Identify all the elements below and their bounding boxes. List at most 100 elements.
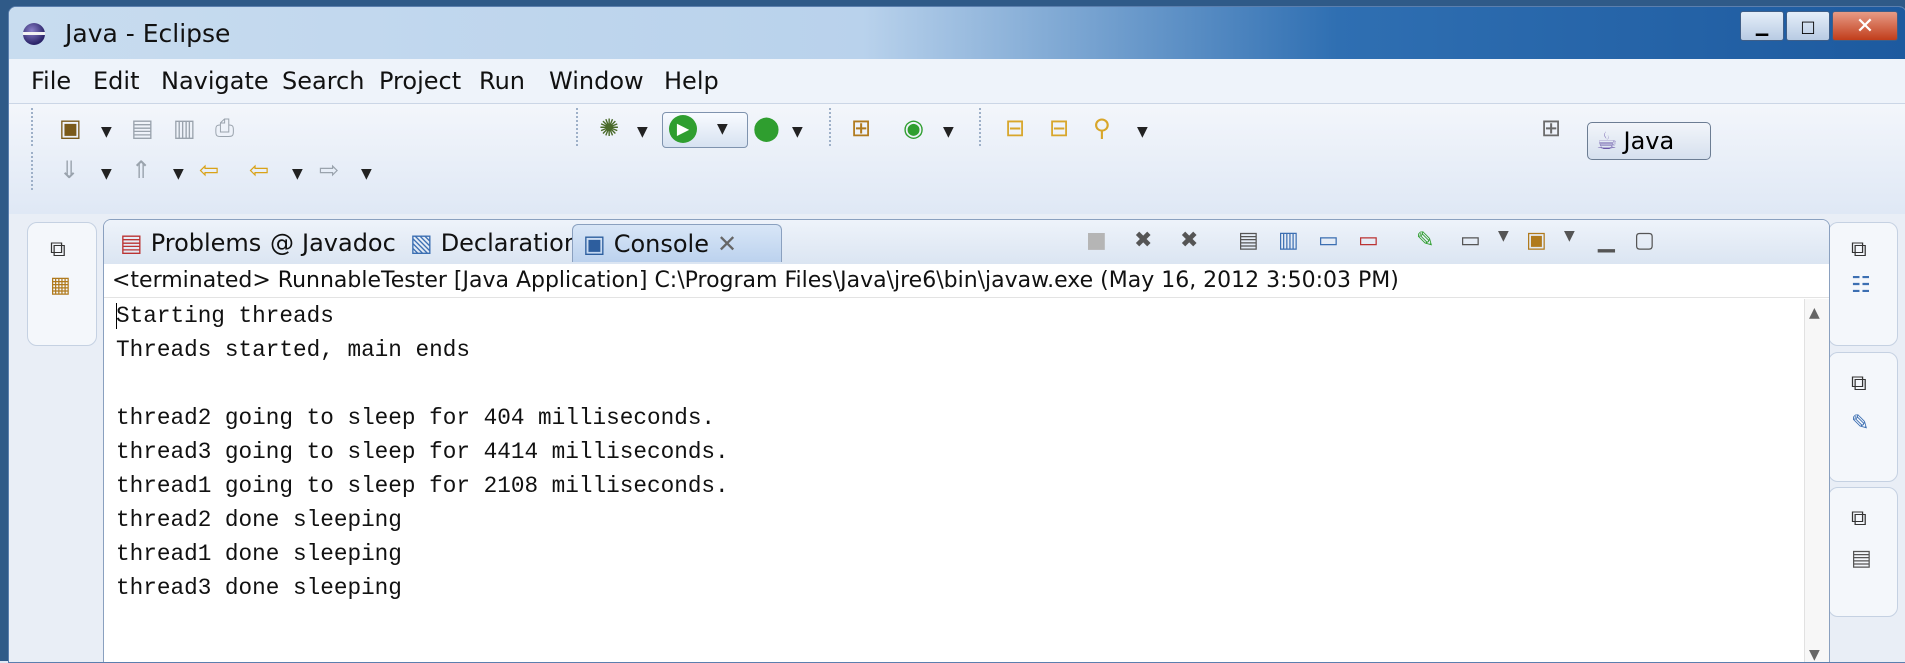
right-trim-stack-1: ⧉ ☷ bbox=[1828, 222, 1898, 346]
save-icon[interactable]: ▤ bbox=[131, 114, 154, 142]
task-list-icon[interactable]: ✎ bbox=[1851, 411, 1869, 436]
remove-launch-icon[interactable]: ✖ bbox=[1134, 228, 1152, 253]
window-title: Java - Eclipse bbox=[65, 19, 231, 48]
open-task-icon[interactable]: ⊟ bbox=[1049, 114, 1069, 142]
toolbar-separator bbox=[576, 108, 580, 146]
restore-icon[interactable]: ⧉ bbox=[1851, 237, 1867, 262]
console-view-stack: ▤ Problems @ Javadoc ▧ Declaration ▣ Con… bbox=[103, 219, 1830, 662]
external-tools-icon[interactable]: ⬤ bbox=[753, 114, 780, 142]
package-explorer-icon[interactable]: ▦ bbox=[50, 273, 71, 298]
vertical-scrollbar[interactable]: ▲ ▼ bbox=[1804, 299, 1829, 662]
tab-label: Javadoc bbox=[302, 229, 396, 257]
minimize-button[interactable]: ▁ bbox=[1740, 11, 1784, 41]
open-perspective-icon[interactable]: ⊞ bbox=[1541, 114, 1561, 142]
toolbar-separator bbox=[979, 108, 983, 146]
new-java-class-icon[interactable]: ◉ bbox=[903, 114, 924, 142]
save-all-icon[interactable]: ▥ bbox=[173, 114, 196, 142]
forward-icon[interactable]: ⇨ bbox=[319, 156, 339, 184]
debug-icon[interactable]: ✺ bbox=[599, 114, 619, 142]
menu-window[interactable]: Window bbox=[549, 67, 644, 95]
search-dropdown-icon[interactable]: ▼ bbox=[1137, 118, 1148, 146]
tab-javadoc[interactable]: @ Javadoc bbox=[260, 224, 406, 262]
menu-edit[interactable]: Edit bbox=[93, 67, 139, 95]
last-edit-location-icon[interactable]: ⇦ bbox=[199, 156, 219, 184]
menu-search[interactable]: Search bbox=[282, 67, 364, 95]
forward-dropdown-icon[interactable]: ▼ bbox=[361, 160, 372, 188]
restore-icon[interactable]: ⧉ bbox=[1851, 506, 1867, 531]
right-trim-stack-3: ⧉ ▤ bbox=[1828, 487, 1898, 617]
minimize-icon: ▁ bbox=[1755, 16, 1769, 36]
scroll-lock-icon[interactable]: ▥ bbox=[1278, 228, 1299, 253]
show-console-on-stdout-icon[interactable]: ▭ bbox=[1318, 228, 1339, 253]
debug-dropdown-icon[interactable]: ▼ bbox=[637, 118, 648, 146]
previous-annotation-dropdown-icon[interactable]: ▼ bbox=[173, 160, 184, 188]
menu-project[interactable]: Project bbox=[379, 67, 461, 95]
previous-annotation-icon[interactable]: ⇑ bbox=[131, 156, 151, 184]
java-perspective-icon: ☕ bbox=[1596, 127, 1618, 155]
run-icon: ▶ bbox=[669, 115, 697, 143]
new-java-class-dropdown-icon[interactable]: ▼ bbox=[943, 118, 954, 146]
next-annotation-dropdown-icon[interactable]: ▼ bbox=[101, 160, 112, 188]
view-tab-bar: ▤ Problems @ Javadoc ▧ Declaration ▣ Con… bbox=[104, 220, 1829, 265]
maximize-button[interactable]: □ bbox=[1786, 11, 1830, 41]
notes-icon[interactable]: ▤ bbox=[1851, 546, 1872, 571]
restore-icon[interactable]: ⧉ bbox=[1851, 371, 1867, 396]
outline-icon[interactable]: ☷ bbox=[1851, 273, 1871, 298]
restore-icon[interactable]: ⧉ bbox=[50, 237, 66, 262]
tab-problems[interactable]: ▤ Problems bbox=[110, 224, 271, 262]
console-output[interactable]: Starting threads Threads started, main e… bbox=[104, 299, 1804, 662]
tab-declaration[interactable]: ▧ Declaration bbox=[400, 224, 589, 262]
tab-console[interactable]: ▣ Console ✕ bbox=[572, 224, 782, 262]
close-button[interactable]: ✕ bbox=[1832, 11, 1898, 41]
maximize-view-icon[interactable]: ▢ bbox=[1634, 228, 1655, 253]
close-tab-icon[interactable]: ✕ bbox=[717, 230, 737, 258]
perspective-label: Java bbox=[1623, 127, 1675, 155]
menu-help[interactable]: Help bbox=[664, 67, 719, 95]
menu-bar: File Edit Navigate Search Project Run Wi… bbox=[9, 59, 1905, 104]
right-trim-stack-2: ⧉ ✎ bbox=[1828, 352, 1898, 482]
tab-label: Declaration bbox=[440, 229, 580, 257]
minimize-view-icon[interactable]: ▁ bbox=[1598, 228, 1615, 253]
search-icon[interactable]: ⚲ bbox=[1093, 114, 1111, 142]
declaration-icon: ▧ bbox=[410, 229, 433, 257]
display-console-dropdown-icon[interactable]: ▼ bbox=[1498, 228, 1509, 244]
left-trim-stack: ⧉ ▦ bbox=[27, 222, 97, 346]
print-icon[interactable]: ⎙ bbox=[215, 114, 234, 142]
toolbar-separator bbox=[829, 108, 833, 146]
text-cursor bbox=[116, 303, 117, 329]
console-line: Threads started, main ends bbox=[116, 337, 470, 363]
new-java-package-icon[interactable]: ⊞ bbox=[851, 114, 871, 142]
new-icon[interactable]: ▣ bbox=[59, 114, 82, 142]
external-tools-dropdown-icon[interactable]: ▼ bbox=[792, 118, 803, 146]
console-line: thread2 done sleeping bbox=[116, 507, 402, 533]
title-bar[interactable]: Java - Eclipse ▁ □ ✕ bbox=[9, 7, 1905, 59]
main-toolbar: ▣ ▼ ▤ ▥ ⎙ ⇓ ▼ ⇑ ▼ ⇦ ⇦ ▼ ⇨ ▼ ✺ ▼ ▶ ▼ ⬤ ▼ … bbox=[9, 104, 1905, 214]
toolbar-separator bbox=[31, 152, 35, 190]
console-icon: ▣ bbox=[583, 229, 606, 258]
pin-console-icon[interactable]: ✎ bbox=[1416, 228, 1434, 253]
show-console-on-stderr-icon[interactable]: ▭ bbox=[1358, 228, 1379, 253]
next-annotation-icon[interactable]: ⇓ bbox=[59, 156, 79, 184]
close-icon: ✕ bbox=[1855, 13, 1875, 39]
eclipse-window: Java - Eclipse ▁ □ ✕ File Edit Navigate … bbox=[8, 6, 1905, 663]
back-dropdown-icon[interactable]: ▼ bbox=[292, 160, 303, 188]
remove-all-terminated-icon[interactable]: ✖ bbox=[1180, 228, 1198, 253]
scroll-up-icon[interactable]: ▲ bbox=[1809, 305, 1820, 321]
menu-navigate[interactable]: Navigate bbox=[161, 67, 269, 95]
menu-file[interactable]: File bbox=[31, 67, 71, 95]
open-console-dropdown-icon[interactable]: ▼ bbox=[1564, 228, 1575, 244]
clear-console-icon[interactable]: ▤ bbox=[1238, 228, 1259, 253]
run-button[interactable]: ▶ ▼ bbox=[662, 112, 748, 148]
menu-run[interactable]: Run bbox=[479, 67, 525, 95]
terminate-icon[interactable]: ■ bbox=[1086, 228, 1107, 253]
open-type-icon[interactable]: ⊟ bbox=[1005, 114, 1025, 142]
console-description: <terminated> RunnableTester [Java Applic… bbox=[104, 264, 1829, 298]
new-dropdown-icon[interactable]: ▼ bbox=[101, 118, 112, 146]
console-line: thread2 going to sleep for 404 milliseco… bbox=[116, 405, 716, 431]
run-dropdown-icon[interactable]: ▼ bbox=[717, 115, 728, 143]
console-line: thread3 going to sleep for 4414 millisec… bbox=[116, 439, 729, 465]
java-perspective-button[interactable]: ☕ Java bbox=[1587, 122, 1711, 160]
back-icon[interactable]: ⇦ bbox=[249, 156, 269, 184]
open-console-icon[interactable]: ▣ bbox=[1526, 228, 1547, 253]
display-selected-console-icon[interactable]: ▭ bbox=[1460, 228, 1481, 253]
